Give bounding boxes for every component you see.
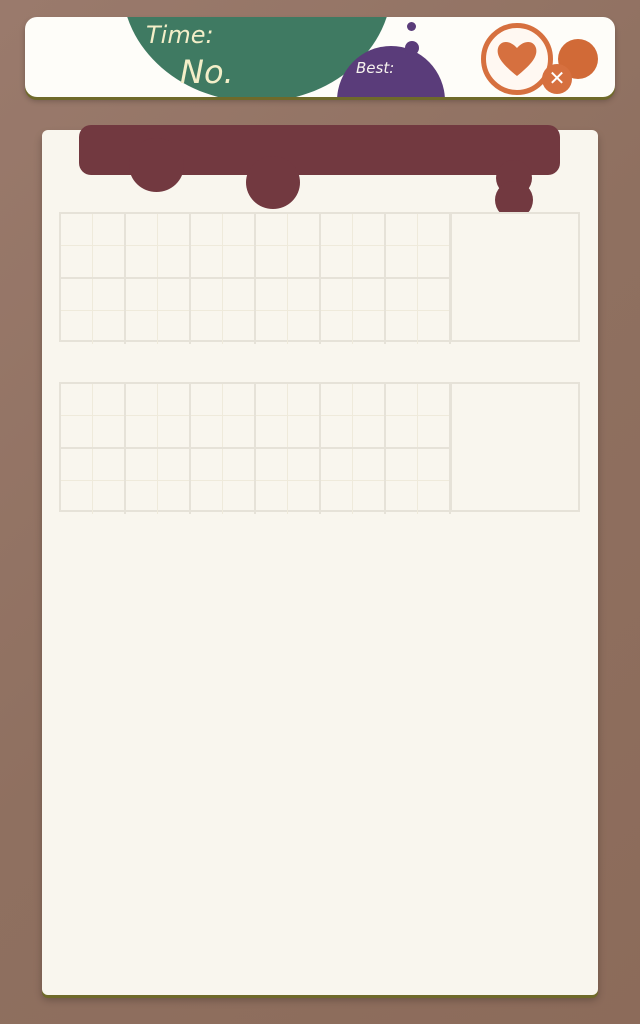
grid-cell[interactable] bbox=[61, 384, 126, 449]
grid-cell[interactable] bbox=[321, 279, 386, 344]
grid-cell[interactable] bbox=[191, 449, 256, 514]
grid-cell[interactable] bbox=[191, 384, 256, 449]
top-bar: Time: No. Best: ✕ bbox=[25, 17, 615, 97]
level-number-label: No. bbox=[180, 53, 234, 91]
grid-row[interactable] bbox=[59, 212, 580, 344]
grid-cell[interactable] bbox=[61, 449, 126, 514]
grid-cell[interactable] bbox=[256, 279, 321, 344]
close-icon: ✕ bbox=[548, 66, 566, 90]
grid-cell[interactable] bbox=[126, 449, 191, 514]
grid-cell[interactable] bbox=[386, 279, 451, 344]
grid-cell[interactable] bbox=[386, 214, 451, 279]
grid-cell[interactable] bbox=[256, 214, 321, 279]
grid-cell[interactable] bbox=[321, 384, 386, 449]
time-label: Time: bbox=[146, 21, 214, 49]
grid-cell[interactable] bbox=[256, 449, 321, 514]
grid-cell[interactable] bbox=[386, 384, 451, 449]
grid-side-slot[interactable] bbox=[450, 384, 578, 510]
grid-cell[interactable] bbox=[321, 449, 386, 514]
best-label: Best: bbox=[356, 59, 395, 77]
grid-side-slot[interactable] bbox=[450, 214, 578, 340]
grid-cell[interactable] bbox=[126, 384, 191, 449]
decor-dot bbox=[407, 22, 416, 31]
grid-row[interactable] bbox=[59, 382, 580, 514]
grid-cell[interactable] bbox=[191, 214, 256, 279]
grid-cell[interactable] bbox=[61, 279, 126, 344]
grid-cell[interactable] bbox=[191, 279, 256, 344]
grid-cell[interactable] bbox=[126, 279, 191, 344]
grid-cell[interactable] bbox=[61, 214, 126, 279]
grid-cell[interactable] bbox=[386, 449, 451, 514]
drip bbox=[129, 138, 184, 192]
decor-dot bbox=[405, 41, 419, 55]
grid-cell[interactable] bbox=[126, 214, 191, 279]
drip bbox=[246, 156, 300, 209]
grid-cell[interactable] bbox=[321, 214, 386, 279]
heart-icon bbox=[497, 41, 537, 76]
grid-cell[interactable] bbox=[256, 384, 321, 449]
close-button[interactable]: ✕ bbox=[542, 64, 572, 94]
